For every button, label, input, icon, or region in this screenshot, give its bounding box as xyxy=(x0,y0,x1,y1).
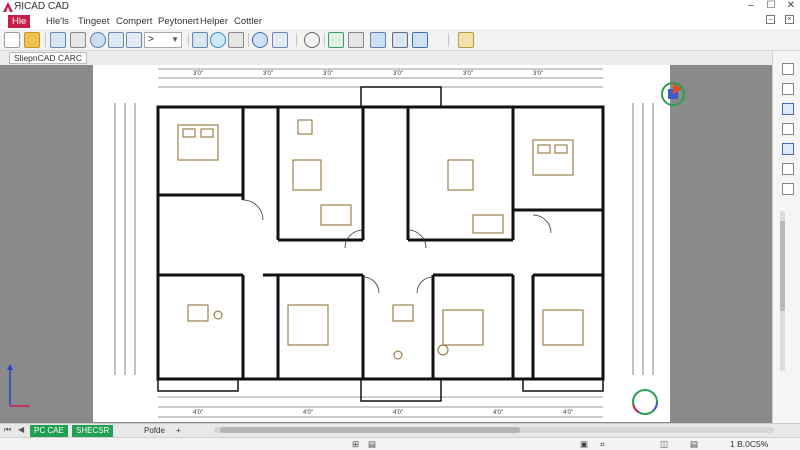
app-title: ЯICAD CAD xyxy=(14,1,70,12)
restore-icon[interactable]: – xyxy=(766,15,775,24)
tool-icon-4[interactable] xyxy=(782,123,794,135)
paste-icon[interactable] xyxy=(126,32,142,48)
tool-icon-6[interactable] xyxy=(782,163,794,175)
first-tab-icon[interactable]: ⏮ xyxy=(4,425,11,435)
save-icon[interactable] xyxy=(50,32,66,48)
ucs-axis-icon xyxy=(7,364,30,407)
compass-icon[interactable] xyxy=(630,387,660,417)
snap-icon[interactable] xyxy=(392,32,408,48)
zoom-icon[interactable] xyxy=(210,32,226,48)
h-scroll-thumb[interactable] xyxy=(220,427,520,433)
menu-item-target[interactable]: Tingeet xyxy=(74,15,113,28)
tool-icon-7[interactable] xyxy=(782,183,794,195)
status-bar: ⊞ ▤ ▣ ⌗ ◫ ▤ 1 B.0C5% xyxy=(0,437,800,450)
maximize-icon[interactable]: ☐ xyxy=(766,1,776,11)
tool-icon-3[interactable] xyxy=(782,103,794,115)
horizontal-scrollbar[interactable] xyxy=(214,427,774,433)
floor-plan: 3'0" 3'0" 3'0" 3'0" 3'0" 3'0" 4'0" 4'0" 4'0" 4… xyxy=(114,68,654,418)
tab-layout-2[interactable]: Pofde xyxy=(140,425,169,437)
grid-toggle[interactable]: ▤ xyxy=(368,439,376,450)
tool-icon-1[interactable] xyxy=(782,63,794,75)
command-dropdown[interactable]: > ▼ xyxy=(144,32,182,48)
svg-text:3'0": 3'0" xyxy=(393,71,403,77)
right-tool-panel xyxy=(772,51,800,423)
plot-icon[interactable] xyxy=(412,32,428,48)
toolbar: > ▼ xyxy=(0,29,800,51)
menu-item-compert[interactable]: Compert xyxy=(112,15,156,28)
minimize-icon[interactable]: – xyxy=(746,1,756,11)
close-doc-icon[interactable]: × xyxy=(785,15,794,24)
svg-text:4'0": 4'0" xyxy=(493,410,503,416)
scroll-thumb[interactable] xyxy=(780,221,785,311)
menu-item-cottler[interactable]: Cottler xyxy=(230,15,266,28)
new-file-icon[interactable] xyxy=(4,32,20,48)
search-icon[interactable] xyxy=(304,32,320,48)
coordinate-readout: 1 B.0C5% xyxy=(730,439,769,449)
tab-layout-1[interactable]: SHECSR xyxy=(72,425,114,437)
zoom-extents-icon[interactable] xyxy=(192,32,208,48)
view-icon[interactable] xyxy=(252,32,268,48)
menu-item-home[interactable]: Hle xyxy=(8,15,31,28)
open-folder-icon[interactable] xyxy=(24,32,40,48)
layout-tab-bar: ⏮ ◀ PC CAE SHECSR Pofde + xyxy=(0,423,800,437)
drawing-sheet[interactable]: 3'0" 3'0" 3'0" 3'0" 3'0" 3'0" 4'0" 4'0" 4'0" 4… xyxy=(93,65,670,422)
measure-icon[interactable] xyxy=(328,32,344,48)
app-logo-icon xyxy=(3,2,13,12)
svg-text:4'0": 4'0" xyxy=(303,410,313,416)
svg-text:3'0": 3'0" xyxy=(533,71,543,77)
undo-icon[interactable] xyxy=(90,32,106,48)
chevron-down-icon: ▼ xyxy=(171,35,179,44)
ortho-toggle[interactable]: ▣ xyxy=(580,439,588,450)
title-bar: ЯICAD CAD – ☐ ✕ xyxy=(0,0,800,14)
prev-tab-icon[interactable]: ◀ xyxy=(18,425,24,434)
svg-text:3'0": 3'0" xyxy=(323,71,333,77)
vertical-scrollbar[interactable] xyxy=(780,211,785,371)
osnap-toggle[interactable]: ◫ xyxy=(660,439,668,450)
svg-text:4'0": 4'0" xyxy=(393,410,403,416)
document-tab[interactable]: SliepnCAD CARC xyxy=(9,52,88,64)
close-icon[interactable]: ✕ xyxy=(786,1,796,11)
snap-toggle[interactable]: ⊞ xyxy=(352,439,359,450)
svg-text:3'0": 3'0" xyxy=(263,71,273,77)
layer-icon[interactable] xyxy=(228,32,244,48)
menu-item-files[interactable]: Hle'ls xyxy=(42,15,73,28)
svg-text:3'0": 3'0" xyxy=(193,71,203,77)
svg-text:4'0": 4'0" xyxy=(193,410,203,416)
menu-bar: Hle Hle'ls Tingeet Compert Peytonert Hel… xyxy=(0,14,800,29)
menu-item-helper[interactable]: Helper xyxy=(196,15,232,28)
nav-cube-icon[interactable] xyxy=(660,81,686,107)
print-icon[interactable] xyxy=(70,32,86,48)
add-tab-button[interactable]: + xyxy=(172,425,185,437)
pan-icon[interactable] xyxy=(348,32,364,48)
lineweight-toggle[interactable]: ▤ xyxy=(690,439,698,450)
document-tab-bar: SliepnCAD CARC xyxy=(0,51,800,65)
polar-toggle[interactable]: ⌗ xyxy=(600,439,605,450)
copy-icon[interactable] xyxy=(108,32,124,48)
tool-icon-2[interactable] xyxy=(782,83,794,95)
properties-icon[interactable] xyxy=(272,32,288,48)
drawing-canvas[interactable]: SliepnCAD CARC 3'0" 3'0" 3'0" 3'0" 3'0" … xyxy=(0,51,800,423)
tab-model[interactable]: PC CAE xyxy=(30,425,68,437)
svg-text:3'0": 3'0" xyxy=(463,71,473,77)
render-icon[interactable] xyxy=(458,32,474,48)
svg-text:4'0": 4'0" xyxy=(563,410,573,416)
tool-icon-5[interactable] xyxy=(782,143,794,155)
grid-icon[interactable] xyxy=(370,32,386,48)
